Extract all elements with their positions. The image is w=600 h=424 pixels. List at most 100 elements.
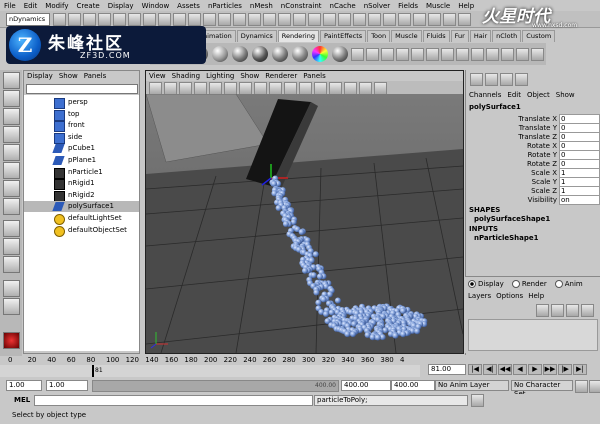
mask-icon[interactable] — [158, 13, 171, 26]
menu-assets[interactable]: Assets — [173, 2, 204, 10]
material-sphere-icon[interactable] — [292, 46, 308, 62]
shelf-tab-dynamics[interactable]: Dynamics — [236, 30, 277, 42]
new-scene-icon[interactable] — [53, 13, 66, 26]
menu-help[interactable]: Help — [454, 2, 478, 10]
outliner-item-defaultlightset[interactable]: defaultLightSet — [24, 213, 139, 225]
shelf-tab-painteffects[interactable]: PaintEffects — [320, 30, 367, 42]
snap-point-icon[interactable] — [218, 13, 231, 26]
tool-icon[interactable] — [368, 13, 381, 26]
material-sphere-icon[interactable] — [212, 46, 228, 62]
render-icon[interactable] — [426, 47, 439, 61]
menu-nsolver[interactable]: nSolver — [360, 2, 394, 10]
go-to-start-icon[interactable]: |◀ — [468, 364, 482, 375]
layer-menu-help[interactable]: Help — [528, 292, 544, 300]
animation-end-field[interactable]: 400.00 — [391, 380, 435, 391]
preferences-icon[interactable] — [589, 380, 600, 393]
menu-window[interactable]: Window — [138, 2, 174, 10]
render-icon[interactable] — [531, 47, 544, 61]
step-back-key-icon[interactable]: ◀◀ — [498, 364, 512, 375]
character-set-dropdown[interactable]: No Character Set — [511, 380, 573, 398]
menu-ncache[interactable]: nCache — [326, 2, 360, 10]
channel-value[interactable]: on — [559, 195, 600, 205]
select-tool-icon[interactable] — [3, 72, 20, 89]
snap-curve-icon[interactable] — [203, 13, 216, 26]
outliner-menu-panels[interactable]: Panels — [81, 71, 110, 81]
last-tool-icon[interactable] — [3, 198, 20, 215]
snap-plane-icon[interactable] — [233, 13, 246, 26]
tool-icon[interactable] — [413, 13, 426, 26]
channel-menu-show[interactable]: Show — [553, 90, 578, 100]
tool-icon[interactable] — [458, 13, 471, 26]
menu-create[interactable]: Create — [72, 2, 103, 10]
range-slider[interactable]: 400.00 — [92, 380, 339, 392]
perspective-viewport[interactable]: View Shading Lighting Show Renderer Pane… — [145, 70, 464, 354]
outliner-item-nrigid2[interactable]: nRigid2 — [24, 190, 139, 202]
outliner-item-front[interactable]: front — [24, 120, 139, 133]
menu-modify[interactable]: Modify — [41, 2, 72, 10]
layer-list[interactable] — [468, 319, 598, 351]
menu-edit[interactable]: Edit — [20, 2, 42, 10]
render-icon[interactable] — [486, 47, 499, 61]
channel-menu-edit[interactable]: Edit — [504, 90, 524, 100]
menu-file[interactable]: File — [0, 2, 20, 10]
select-hierarchy-icon[interactable] — [98, 13, 111, 26]
viewport-menu-panels[interactable]: Panels — [300, 71, 329, 81]
step-forward-key-icon[interactable]: ▶▶ — [543, 364, 557, 375]
rotate-tool-icon[interactable] — [3, 144, 20, 161]
save-scene-icon[interactable] — [83, 13, 96, 26]
tool-icon[interactable] — [398, 13, 411, 26]
animation-start-field[interactable]: 1.00 — [6, 380, 42, 391]
layer-editor-icon[interactable] — [515, 73, 528, 86]
light-icon[interactable] — [351, 47, 364, 61]
menu-display[interactable]: Display — [104, 2, 138, 10]
light-icon[interactable] — [366, 47, 379, 61]
outliner-item-top[interactable]: top — [24, 109, 139, 121]
step-back-icon[interactable]: ◀| — [483, 364, 497, 375]
menu-nmesh[interactable]: nMesh — [246, 2, 277, 10]
menu-muscle[interactable]: Muscle — [422, 2, 454, 10]
new-layer-icon[interactable] — [536, 304, 549, 317]
paint-select-icon[interactable] — [3, 108, 20, 125]
layer-radio-render[interactable]: Render — [511, 280, 547, 288]
material-sphere-icon[interactable] — [232, 46, 248, 62]
layer-radio-display[interactable]: Display — [468, 280, 504, 288]
outliner-layout-icon[interactable] — [3, 280, 20, 297]
material-sphere-icon[interactable] — [252, 46, 268, 62]
attribute-editor-icon[interactable] — [485, 73, 498, 86]
outliner-item-defaultobjectset[interactable]: defaultObjectSet — [24, 225, 139, 237]
shelf-tab-hair[interactable]: Hair — [469, 30, 492, 42]
ipr-render-icon[interactable] — [278, 13, 291, 26]
open-scene-icon[interactable] — [68, 13, 81, 26]
outliner-menu-display[interactable]: Display — [24, 71, 56, 81]
graph-layout-icon[interactable] — [3, 298, 20, 315]
outliner-filter-input[interactable] — [26, 84, 138, 94]
menu-nconstraint[interactable]: nConstraint — [277, 2, 326, 10]
menu-nparticles[interactable]: nParticles — [204, 2, 246, 10]
range-slider-handle[interactable] — [93, 381, 338, 391]
camera-icon[interactable] — [411, 47, 424, 61]
viewport-menu-show[interactable]: Show — [237, 71, 262, 81]
viewport-menu-view[interactable]: View — [146, 71, 169, 81]
tool-settings-icon[interactable] — [500, 73, 513, 86]
shelf-tab-fur[interactable]: Fur — [450, 30, 469, 42]
menu-fields[interactable]: Fields — [394, 2, 422, 10]
render-icon[interactable] — [501, 47, 514, 61]
render-icon[interactable] — [516, 47, 529, 61]
outliner-item-persp[interactable]: persp — [24, 97, 139, 109]
step-forward-icon[interactable]: |▶ — [558, 364, 572, 375]
layer-menu-layers[interactable]: Layers — [468, 292, 496, 300]
outliner-item-nparticle1[interactable]: nParticle1 — [24, 167, 139, 179]
radio-button-icon[interactable] — [468, 280, 476, 288]
current-time-marker[interactable] — [92, 365, 94, 377]
select-object-icon[interactable] — [113, 13, 126, 26]
viewport-menu-renderer[interactable]: Renderer — [262, 71, 300, 81]
script-editor-icon[interactable] — [471, 394, 484, 407]
radio-button-icon[interactable] — [511, 280, 520, 288]
current-frame-field[interactable]: 81.00 — [428, 364, 466, 375]
channel-box-icon[interactable] — [470, 73, 483, 86]
channel-menu-object[interactable]: Object — [524, 90, 553, 100]
mode-selector[interactable]: nDynamics — [6, 13, 50, 26]
tool-icon[interactable] — [428, 13, 441, 26]
outliner-item-pcube1[interactable]: pCube1 — [24, 143, 139, 154]
render-icon[interactable] — [441, 47, 454, 61]
